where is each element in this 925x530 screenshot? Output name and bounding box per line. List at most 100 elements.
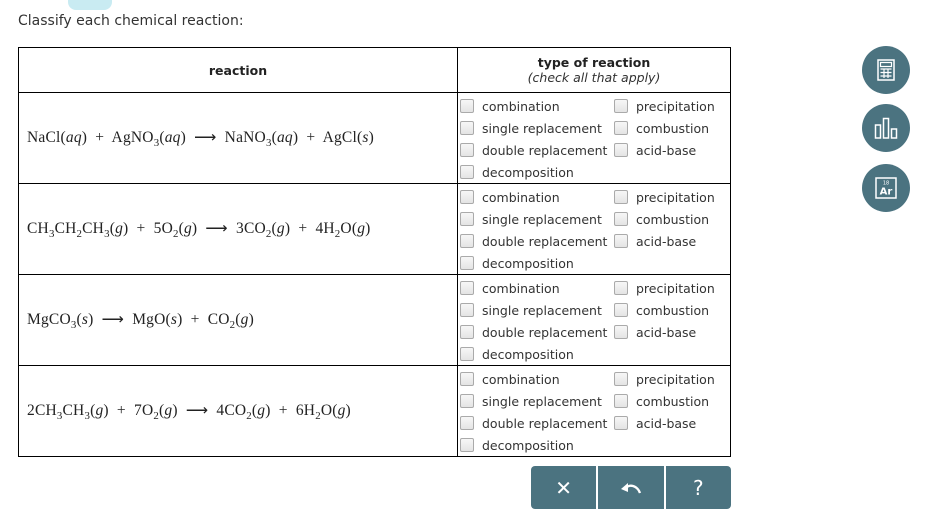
option-double-replacement[interactable]: double replacement [460, 321, 614, 343]
option-label: decomposition [482, 255, 574, 271]
bar-chart-icon [874, 117, 898, 139]
checkbox-single-replacement[interactable] [460, 121, 474, 135]
checkbox-double-replacement[interactable] [460, 416, 474, 430]
option-label: combination [482, 189, 560, 205]
option-precipitation[interactable]: precipitation [614, 368, 730, 390]
option-label: acid-base [636, 324, 697, 340]
calculator-button[interactable] [862, 46, 910, 94]
option-label: double replacement [482, 324, 608, 340]
checkbox-precipitation[interactable] [614, 190, 628, 204]
checkbox-acid-base[interactable] [614, 143, 628, 157]
svg-text:Ar: Ar [880, 187, 893, 198]
option-combination[interactable]: combination [460, 186, 614, 208]
undo-icon [620, 482, 642, 494]
checkbox-decomposition[interactable] [460, 438, 474, 452]
option-label: double replacement [482, 142, 608, 158]
option-combination[interactable]: combination [460, 277, 614, 299]
option-label: acid-base [636, 142, 697, 158]
reaction-type-options: combination precipitation single replaceme… [457, 183, 731, 275]
action-button-bar: ✕ ? [531, 466, 731, 509]
empty-cell [614, 434, 730, 456]
checkbox-precipitation[interactable] [614, 281, 628, 295]
reaction-equation-cell: 2CH3CH3(g) + 7O2(g) ⟶ 4CO2(g) + 6H2O(g) [18, 365, 458, 457]
empty-cell [614, 161, 730, 183]
option-combination[interactable]: combination [460, 95, 614, 117]
option-decomposition[interactable]: decomposition [460, 343, 614, 365]
option-combustion[interactable]: combustion [614, 117, 730, 139]
option-label: decomposition [482, 346, 574, 362]
option-double-replacement[interactable]: double replacement [460, 412, 614, 434]
option-acid-base[interactable]: acid-base [614, 321, 730, 343]
option-single-replacement[interactable]: single replacement [460, 299, 614, 321]
option-label: combustion [636, 211, 710, 227]
checkbox-decomposition[interactable] [460, 347, 474, 361]
reaction-type-options: combination precipitation single replaceme… [457, 365, 731, 457]
checkbox-decomposition[interactable] [460, 256, 474, 270]
option-label: double replacement [482, 233, 608, 249]
periodic-table-icon: 18 Ar [875, 177, 897, 199]
option-single-replacement[interactable]: single replacement [460, 117, 614, 139]
reaction-equation-cell: MgCO3(s) ⟶ MgO(s) + CO2(g) [18, 274, 458, 366]
option-precipitation[interactable]: precipitation [614, 186, 730, 208]
checkbox-single-replacement[interactable] [460, 303, 474, 317]
help-button[interactable]: ? [663, 466, 731, 509]
checkbox-single-replacement[interactable] [460, 212, 474, 226]
option-label: acid-base [636, 415, 697, 431]
checkbox-acid-base[interactable] [614, 234, 628, 248]
option-label: decomposition [482, 437, 574, 453]
checkbox-combustion[interactable] [614, 212, 628, 226]
data-button[interactable] [862, 104, 910, 152]
checkbox-double-replacement[interactable] [460, 234, 474, 248]
checkbox-acid-base[interactable] [614, 325, 628, 339]
option-precipitation[interactable]: precipitation [614, 95, 730, 117]
option-label: acid-base [636, 233, 697, 249]
checkbox-double-replacement[interactable] [460, 143, 474, 157]
option-combustion[interactable]: combustion [614, 299, 730, 321]
reaction-equation: NaCl(aq) + AgNO3(aq) ⟶ NaNO3(aq) + AgCl(… [27, 128, 374, 149]
checkbox-combination[interactable] [460, 281, 474, 295]
empty-cell [614, 252, 730, 274]
periodic-table-button[interactable]: 18 Ar [862, 164, 910, 212]
option-precipitation[interactable]: precipitation [614, 277, 730, 299]
option-acid-base[interactable]: acid-base [614, 412, 730, 434]
option-single-replacement[interactable]: single replacement [460, 208, 614, 230]
checkbox-single-replacement[interactable] [460, 394, 474, 408]
option-combination[interactable]: combination [460, 368, 614, 390]
option-label: precipitation [636, 280, 715, 296]
option-label: precipitation [636, 371, 715, 387]
option-double-replacement[interactable]: double replacement [460, 230, 614, 252]
option-combustion[interactable]: combustion [614, 208, 730, 230]
option-acid-base[interactable]: acid-base [614, 230, 730, 252]
reaction-row: NaCl(aq) + AgNO3(aq) ⟶ NaNO3(aq) + AgCl(… [18, 92, 731, 184]
checkbox-double-replacement[interactable] [460, 325, 474, 339]
option-label: combination [482, 371, 560, 387]
checkbox-acid-base[interactable] [614, 416, 628, 430]
checkbox-combination[interactable] [460, 372, 474, 386]
option-label: single replacement [482, 393, 602, 409]
option-single-replacement[interactable]: single replacement [460, 390, 614, 412]
checkbox-combustion[interactable] [614, 303, 628, 317]
reaction-type-options: combination precipitation single replaceme… [457, 92, 731, 184]
option-acid-base[interactable]: acid-base [614, 139, 730, 161]
option-label: precipitation [636, 189, 715, 205]
checkbox-combination[interactable] [460, 190, 474, 204]
undo-button[interactable] [596, 466, 663, 509]
checkbox-combination[interactable] [460, 99, 474, 113]
checkbox-combustion[interactable] [614, 121, 628, 135]
option-label: combination [482, 98, 560, 114]
option-decomposition[interactable]: decomposition [460, 161, 614, 183]
option-label: combustion [636, 393, 710, 409]
option-decomposition[interactable]: decomposition [460, 434, 614, 456]
header-type-title: type of reaction [537, 55, 651, 70]
help-icon: ? [693, 475, 704, 500]
option-decomposition[interactable]: decomposition [460, 252, 614, 274]
clear-button[interactable]: ✕ [531, 466, 596, 509]
option-label: single replacement [482, 120, 602, 136]
option-double-replacement[interactable]: double replacement [460, 139, 614, 161]
checkbox-combustion[interactable] [614, 394, 628, 408]
checkbox-precipitation[interactable] [614, 99, 628, 113]
checkbox-precipitation[interactable] [614, 372, 628, 386]
option-combustion[interactable]: combustion [614, 390, 730, 412]
top-tab[interactable] [68, 0, 112, 10]
checkbox-decomposition[interactable] [460, 165, 474, 179]
